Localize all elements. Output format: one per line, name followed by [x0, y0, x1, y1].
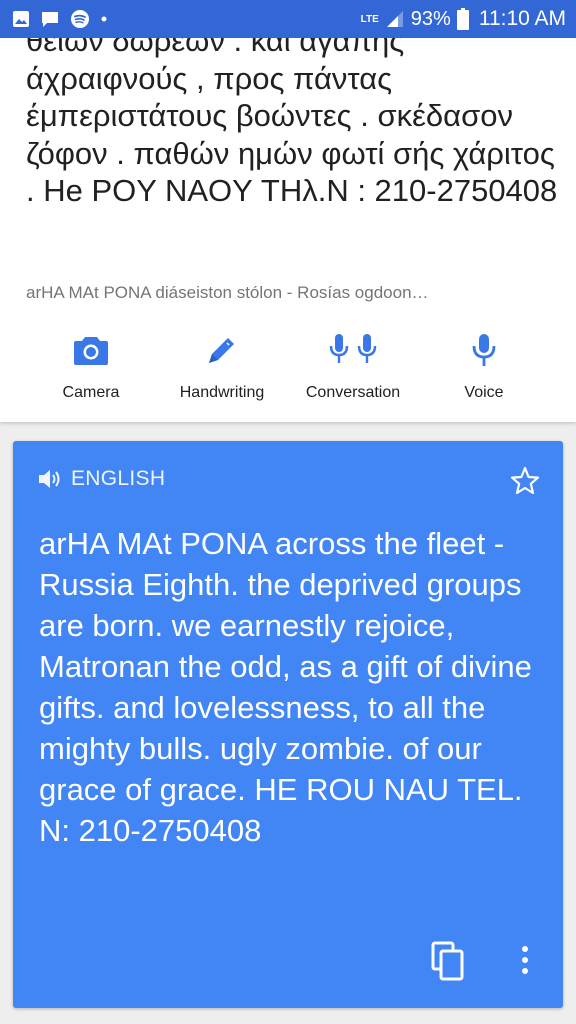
chat-notification-icon — [40, 10, 60, 28]
conversation-button[interactable]: Conversation — [283, 330, 423, 414]
listen-translation-button[interactable]: ENGLISH — [37, 467, 165, 491]
spotify-icon — [70, 9, 90, 29]
source-text[interactable]: θείων δωρεών . και αγάπης άχραιφνούς , π… — [26, 38, 566, 210]
target-language-label: ENGLISH — [71, 467, 166, 490]
speaker-icon — [37, 468, 63, 490]
translation-card: ENGLISH arHA MAt PONA across the fleet -… — [13, 441, 563, 1008]
handwriting-label: Handwriting — [179, 384, 265, 401]
camera-button[interactable]: Camera — [21, 330, 161, 414]
voice-label: Voice — [464, 384, 504, 401]
conversation-label: Conversation — [305, 384, 401, 401]
input-tools: Camera Handwriting Conversation Voice — [0, 330, 576, 420]
pen-icon — [205, 330, 239, 370]
camera-label: Camera — [62, 384, 120, 401]
signal-icon — [385, 9, 405, 29]
status-bar-notifications — [12, 9, 108, 29]
romanized-text: arHA MAt PONA diáseiston stólon - Rosías… — [26, 283, 429, 302]
status-bar-system: LTE 93% 11:10 AM — [361, 7, 566, 31]
more-options-icon[interactable] — [513, 943, 537, 979]
mic-icon — [471, 330, 497, 370]
photo-notification-icon — [12, 10, 30, 28]
dot-icon — [100, 15, 108, 23]
camera-icon — [73, 330, 109, 370]
translated-text[interactable]: arHA MAt PONA across the fleet - Russia … — [39, 523, 544, 851]
lte-indicator: LTE — [360, 13, 379, 25]
clock: 11:10 AM — [478, 7, 566, 30]
handwriting-button[interactable]: Handwriting — [152, 330, 292, 414]
status-bar: LTE 93% 11:10 AM — [0, 0, 576, 38]
copy-icon[interactable] — [431, 941, 465, 981]
source-card: θείων δωρεών . και αγάπης άχραιφνούς , π… — [0, 38, 576, 422]
battery-icon — [456, 8, 469, 30]
voice-button[interactable]: Voice — [414, 330, 554, 414]
conversation-mic-icon — [327, 330, 379, 370]
battery-percent: 93% — [410, 7, 451, 30]
star-icon[interactable] — [509, 465, 541, 497]
